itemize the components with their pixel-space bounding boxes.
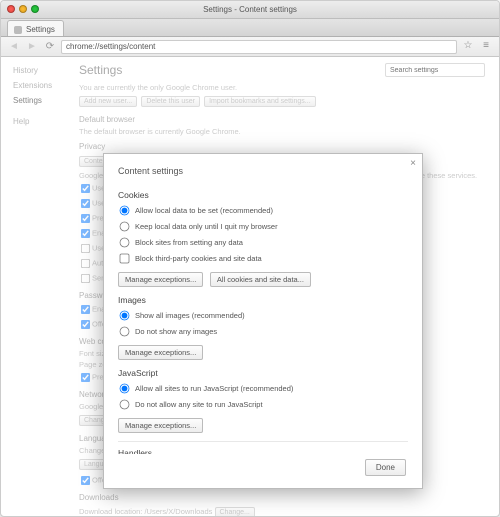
js-option-allow: Allow all sites to run JavaScript (recom…: [118, 382, 408, 395]
images-manage-exceptions-button[interactable]: Manage exceptions...: [118, 345, 203, 360]
radio-cookies-block[interactable]: [120, 238, 130, 248]
radio-images-show[interactable]: [120, 311, 130, 321]
section-images-title: Images: [118, 295, 408, 305]
js-option-block: Do not allow any site to run JavaScript: [118, 398, 408, 411]
bookmark-star-icon[interactable]: ☆: [461, 40, 475, 54]
back-button[interactable]: ◄: [7, 40, 21, 54]
tab-favicon: [14, 26, 22, 34]
radio-cookies-session[interactable]: [120, 222, 130, 232]
images-option-hide: Do not show any images: [118, 325, 408, 338]
done-button[interactable]: Done: [365, 459, 406, 476]
cookies-option-session: Keep local data only until I quit my bro…: [118, 220, 408, 233]
all-cookies-button[interactable]: All cookies and site data...: [210, 272, 311, 287]
divider: [118, 441, 408, 442]
radio-js-allow[interactable]: [120, 384, 130, 394]
radio-cookies-allow[interactable]: [120, 206, 130, 216]
content-settings-dialog: × Content settings Cookies Allow local d…: [103, 153, 423, 489]
forward-button[interactable]: ►: [25, 40, 39, 54]
close-window-button[interactable]: [7, 5, 15, 13]
dialog-body: Cookies Allow local data to be set (reco…: [118, 184, 408, 454]
tab-title: Settings: [26, 25, 55, 34]
titlebar: Settings - Content settings: [1, 1, 499, 19]
window-title: Settings - Content settings: [1, 1, 499, 19]
cookies-option-allow: Allow local data to be set (recommended): [118, 204, 408, 217]
section-cookies-title: Cookies: [118, 190, 408, 200]
window-controls: [7, 5, 39, 13]
tab-strip: Settings: [1, 19, 499, 37]
radio-images-hide[interactable]: [120, 327, 130, 337]
cookies-option-block: Block sites from setting any data: [118, 236, 408, 249]
cookies-option-block-thirdparty: Block third-party cookies and site data: [118, 252, 408, 265]
minimize-window-button[interactable]: [19, 5, 27, 13]
cookies-manage-exceptions-button[interactable]: Manage exceptions...: [118, 272, 203, 287]
checkbox-block-thirdparty[interactable]: [120, 254, 130, 264]
page-content: History Extensions Settings Help Setting…: [1, 57, 499, 516]
toolbar: ◄ ► ⟳ ☆ ≡: [1, 37, 499, 57]
section-javascript-title: JavaScript: [118, 368, 408, 378]
js-manage-exceptions-button[interactable]: Manage exceptions...: [118, 418, 203, 433]
browser-window: Settings - Content settings Settings ◄ ►…: [0, 0, 500, 517]
radio-js-block[interactable]: [120, 400, 130, 410]
section-handlers-title: Handlers: [118, 448, 408, 454]
chrome-menu-icon[interactable]: ≡: [479, 40, 493, 54]
dialog-title: Content settings: [118, 166, 408, 176]
images-option-show: Show all images (recommended): [118, 309, 408, 322]
reload-button[interactable]: ⟳: [43, 40, 57, 54]
tab-settings[interactable]: Settings: [7, 20, 64, 36]
close-icon[interactable]: ×: [410, 158, 416, 169]
address-bar[interactable]: [61, 40, 457, 54]
zoom-window-button[interactable]: [31, 5, 39, 13]
